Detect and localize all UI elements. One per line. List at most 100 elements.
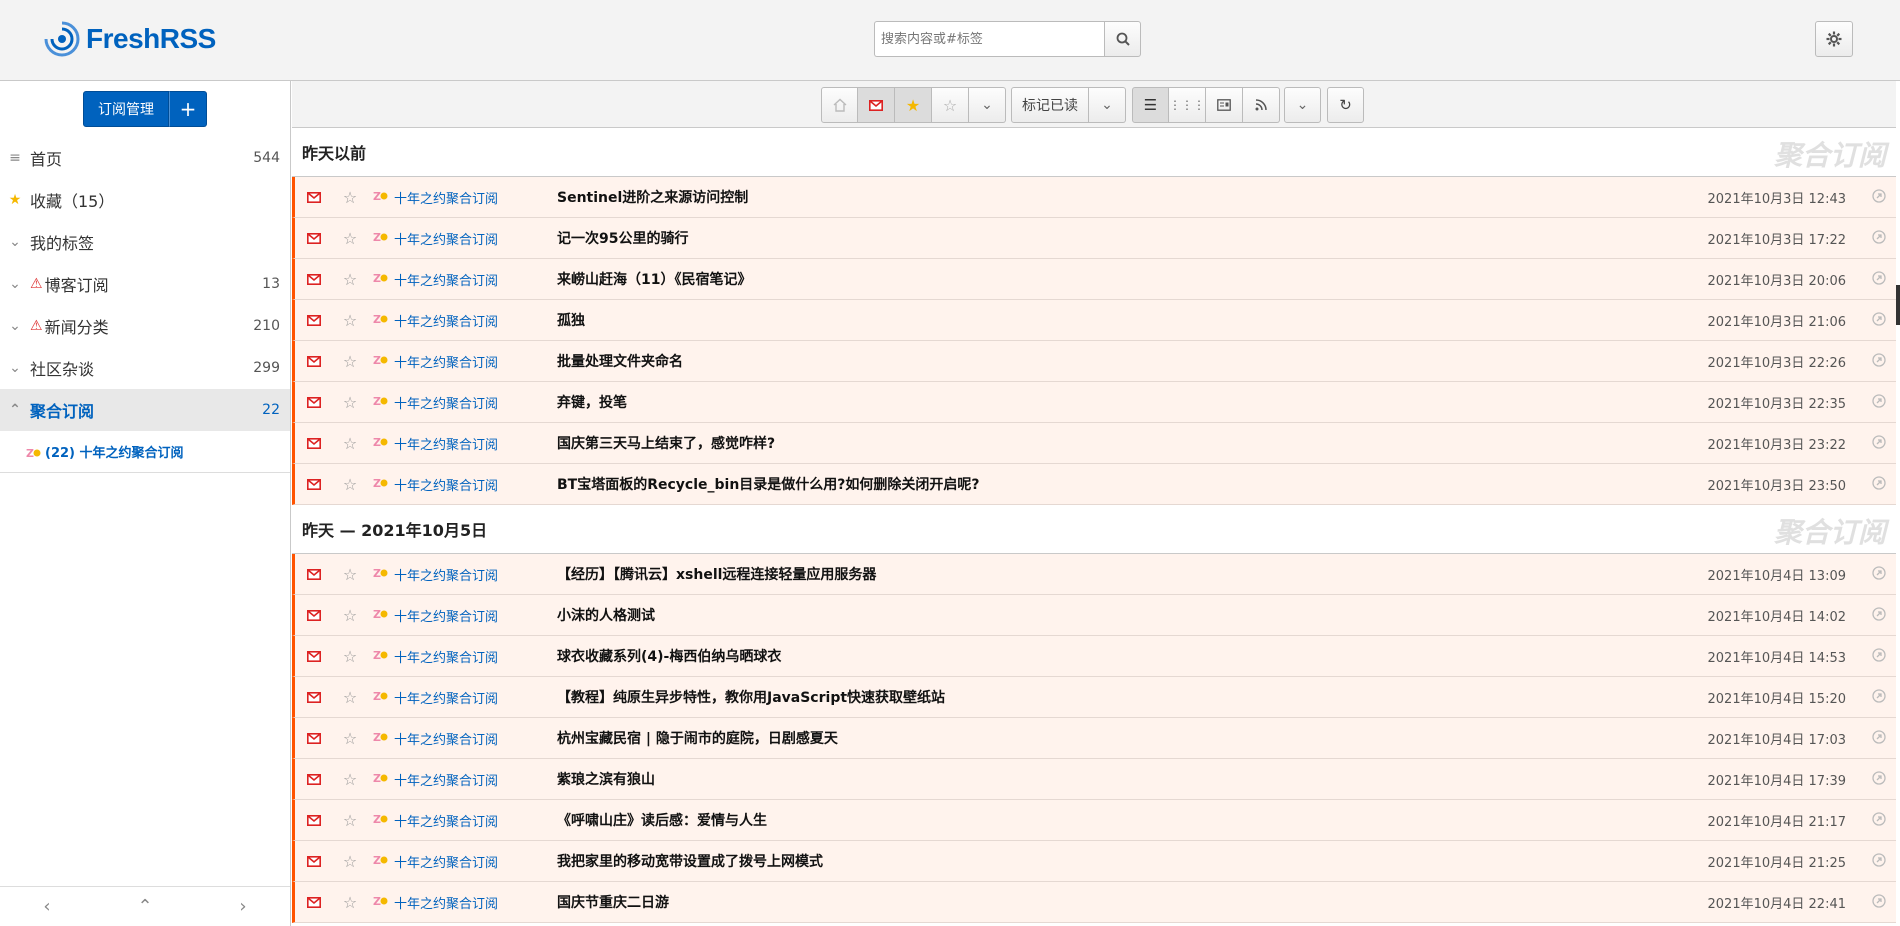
article-feed[interactable]: Z 十年之约聚合订阅 (367, 565, 557, 584)
rss-feed-button[interactable] (1243, 87, 1280, 123)
favorite-toggle[interactable]: ☆ (333, 811, 367, 830)
favorite-toggle[interactable]: ☆ (333, 311, 367, 330)
article-feed[interactable]: Z 十年之约聚合订阅 (367, 893, 557, 912)
article-feed[interactable]: Z 十年之约聚合订阅 (367, 311, 557, 330)
nav-item-aggregated[interactable]: ⌃ 聚合订阅 22 (0, 389, 290, 431)
normal-view-button[interactable]: ☰ (1132, 87, 1169, 123)
chevron-up-icon[interactable]: ⌃ (0, 402, 30, 418)
filter-dropdown-button[interactable]: ⌄ (969, 87, 1006, 123)
external-link[interactable] (1862, 811, 1896, 830)
nav-item-my-tags[interactable]: ⌄ 我的标签 (0, 221, 290, 263)
external-link[interactable] (1862, 229, 1896, 248)
mark-read-toggle[interactable] (295, 811, 333, 830)
filter-starred-button[interactable]: ★ (895, 87, 932, 123)
article-title[interactable]: 国庆节重庆二日游 (557, 892, 1682, 912)
mark-read-toggle[interactable] (295, 606, 333, 625)
favorite-toggle[interactable]: ☆ (333, 188, 367, 207)
chevron-down-icon[interactable]: ⌄ (0, 318, 30, 334)
article-feed[interactable]: Z 十年之约聚合订阅 (367, 475, 557, 494)
chevron-down-icon[interactable]: ⌄ (0, 276, 30, 292)
mark-read-toggle[interactable] (295, 229, 333, 248)
favorite-toggle[interactable]: ☆ (333, 393, 367, 412)
favorite-toggle[interactable]: ☆ (333, 770, 367, 789)
scrollbar-thumb[interactable] (1896, 285, 1900, 325)
article-feed[interactable]: Z 十年之约聚合订阅 (367, 647, 557, 666)
mark-read-toggle[interactable] (295, 688, 333, 707)
search-button[interactable] (1104, 21, 1141, 57)
article-row[interactable]: ☆ Z 十年之约聚合订阅 【经历】【腾讯云】xshell远程连接轻量应用服务器 2021… (292, 554, 1896, 595)
mark-read-toggle[interactable] (295, 893, 333, 912)
mark-read-toggle[interactable] (295, 770, 333, 789)
article-title[interactable]: 批量处理文件夹命名 (557, 351, 1682, 371)
article-row[interactable]: ☆ Z 十年之约聚合订阅 记一次95公里的骑行 2021年10月3日 17:22 (292, 218, 1896, 259)
nav-item-favorites[interactable]: ★ 收藏（15） (0, 179, 290, 221)
mark-read-toggle[interactable] (295, 270, 333, 289)
article-feed[interactable]: Z 十年之约聚合订阅 (367, 852, 557, 871)
favorite-toggle[interactable]: ☆ (333, 688, 367, 707)
mark-read-toggle[interactable] (295, 393, 333, 412)
article-row[interactable]: ☆ Z 十年之约聚合订阅 国庆节重庆二日游 2021年10月4日 22:41 (292, 882, 1896, 923)
article-row[interactable]: ☆ Z 十年之约聚合订阅 《呼啸山庄》读后感：爱情与人生 2021年10月4日 21:1… (292, 800, 1896, 841)
chevron-down-icon[interactable]: ⌄ (0, 360, 30, 376)
mark-read-toggle[interactable] (295, 352, 333, 371)
filter-unread-button[interactable] (858, 87, 895, 123)
article-title[interactable]: 我把家里的移动宽带设置成了拨号上网模式 (557, 851, 1682, 871)
article-feed[interactable]: Z 十年之约聚合订阅 (367, 188, 557, 207)
external-link[interactable] (1862, 729, 1896, 748)
mark-read-toggle[interactable] (295, 852, 333, 871)
add-feed-button[interactable]: + (169, 91, 207, 127)
external-link[interactable] (1862, 188, 1896, 207)
article-row[interactable]: ☆ Z 十年之约聚合订阅 国庆第三天马上结束了，感觉咋样? 2021年10月3日 23:… (292, 423, 1896, 464)
article-row[interactable]: ☆ Z 十年之约聚合订阅 孤独 2021年10月3日 21:06 (292, 300, 1896, 341)
external-link[interactable] (1862, 565, 1896, 584)
chevron-left-icon[interactable]: ‹ (43, 896, 50, 917)
article-title[interactable]: 【经历】【腾讯云】xshell远程连接轻量应用服务器 (557, 564, 1682, 584)
nav-item-home[interactable]: ≡ 首页 544 (0, 137, 290, 179)
external-link[interactable] (1862, 770, 1896, 789)
chevron-right-icon[interactable]: › (239, 896, 246, 917)
article-feed[interactable]: Z 十年之约聚合订阅 (367, 811, 557, 830)
favorite-toggle[interactable]: ☆ (333, 729, 367, 748)
external-link[interactable] (1862, 606, 1896, 625)
filter-all-button[interactable] (821, 87, 858, 123)
chevron-up-icon[interactable]: ⌃ (137, 896, 152, 917)
mark-read-toggle[interactable] (295, 311, 333, 330)
article-feed[interactable]: Z 十年之约聚合订阅 (367, 270, 557, 289)
article-feed[interactable]: Z 十年之约聚合订阅 (367, 434, 557, 453)
nav-item-news[interactable]: ⌄ ⚠ 新闻分类 210 (0, 305, 290, 347)
article-row[interactable]: ☆ Z 十年之约聚合订阅 批量处理文件夹命名 2021年10月3日 22:26 (292, 341, 1896, 382)
mark-read-toggle[interactable] (295, 647, 333, 666)
article-title[interactable]: Sentinel进阶之来源访问控制 (557, 187, 1682, 207)
article-feed[interactable]: Z 十年之约聚合订阅 (367, 229, 557, 248)
external-link[interactable] (1862, 393, 1896, 412)
article-title[interactable]: 小沫的人格测试 (557, 605, 1682, 625)
article-feed[interactable]: Z 十年之约聚合订阅 (367, 770, 557, 789)
feed-item[interactable]: Z (22) 十年之约聚合订阅 (0, 431, 290, 473)
article-title[interactable]: 杭州宝藏民宿 | 隐于闹市的庭院，日剧感夏天 (557, 728, 1682, 748)
article-title[interactable]: 来崂山赶海（11）《民宿笔记》 (557, 269, 1682, 289)
filter-unstarred-button[interactable]: ☆ (932, 87, 969, 123)
favorite-toggle[interactable]: ☆ (333, 606, 367, 625)
favorite-toggle[interactable]: ☆ (333, 852, 367, 871)
article-feed[interactable]: Z 十年之约聚合订阅 (367, 688, 557, 707)
favorite-toggle[interactable]: ☆ (333, 352, 367, 371)
article-title[interactable]: 《呼啸山庄》读后感：爱情与人生 (557, 810, 1682, 830)
mark-read-toggle[interactable] (295, 188, 333, 207)
article-row[interactable]: ☆ Z 十年之约聚合订阅 【教程】纯原生异步特性，教你用JavaScript快速获取壁… (292, 677, 1896, 718)
article-row[interactable]: ☆ Z 十年之约聚合订阅 紫琅之滨有狼山 2021年10月4日 17:39 (292, 759, 1896, 800)
article-feed[interactable]: Z 十年之约聚合订阅 (367, 393, 557, 412)
favorite-toggle[interactable]: ☆ (333, 229, 367, 248)
external-link[interactable] (1862, 434, 1896, 453)
article-row[interactable]: ☆ Z 十年之约聚合订阅 我把家里的移动宽带设置成了拨号上网模式 2021年10月4日 … (292, 841, 1896, 882)
article-title[interactable]: 紫琅之滨有狼山 (557, 769, 1682, 789)
subscription-management-button[interactable]: 订阅管理 (83, 91, 169, 127)
more-options-button[interactable]: ⌄ (1284, 87, 1321, 123)
mark-read-toggle[interactable] (295, 565, 333, 584)
refresh-button[interactable]: ↻ (1327, 87, 1364, 123)
external-link[interactable] (1862, 475, 1896, 494)
article-feed[interactable]: Z 十年之约聚合订阅 (367, 606, 557, 625)
mark-read-toggle[interactable] (295, 475, 333, 494)
article-title[interactable]: 记一次95公里的骑行 (557, 228, 1682, 248)
favorite-toggle[interactable]: ☆ (333, 647, 367, 666)
external-link[interactable] (1862, 893, 1896, 912)
